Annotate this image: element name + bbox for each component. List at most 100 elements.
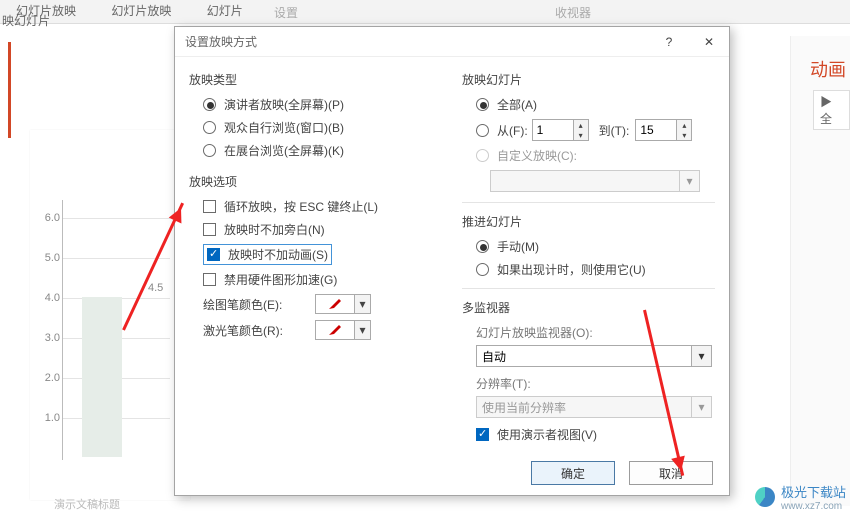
check-disable-hw-accel[interactable]: 禁用硬件图形加速(G) [203,271,442,288]
resolution-combo: ▾ [476,396,712,418]
right-panel-title: 动画 [810,56,846,82]
show-type-title: 放映类型 [189,71,442,88]
ribbon-group-label: 收视器 [555,4,591,21]
pen-icon [327,297,343,311]
monitor-combo-input[interactable] [477,349,691,363]
radio-custom-show: 自定义放映(C): [476,147,715,164]
radio-icon [203,121,216,134]
laser-color-swatch[interactable] [315,320,355,340]
laser-color-dropdown[interactable]: ▾ [355,320,371,340]
check-no-narration[interactable]: 放映时不加旁白(N) [203,221,442,238]
chevron-down-icon[interactable]: ▾ [691,346,711,366]
watermark: 极光下载站 www.xz7.com [755,482,846,512]
show-slides-title: 放映幻灯片 [462,71,715,88]
pen-color-label: 绘图笔颜色(E): [203,296,311,313]
left-tab: 映幻灯片 [2,12,50,29]
checkbox-icon [203,200,216,213]
pen-color-swatch[interactable] [315,294,355,314]
ribbon-item: 幻灯片放映 [95,0,187,21]
watermark-name: 极光下载站 [781,485,846,500]
radio-icon [476,263,489,276]
pen-color-dropdown[interactable]: ▾ [355,294,371,314]
cancel-button[interactable]: 取消 [629,461,713,485]
radio-icon [203,98,216,111]
radio-label: 手动(M) [497,238,539,255]
radio-icon [476,98,489,111]
doc-title: 演示文稿标题 [54,496,120,512]
checkbox-icon [207,248,220,261]
titlebar: 设置放映方式 ? ✕ [175,27,729,57]
ok-button[interactable]: 确定 [531,461,615,485]
resolution-label: 分辨率(T): [476,375,715,392]
radio-browsed-window[interactable]: 观众自行浏览(窗口)(B) [203,119,442,136]
watermark-logo-icon [755,487,775,507]
chart-ytick: 2.0 [40,372,60,384]
custom-show-input [491,174,679,188]
radio-advance-timings[interactable]: 如果出现计时，则使用它(U) [476,261,715,278]
from-spinner[interactable]: ▴▾ [532,119,589,141]
pen-color-row: 绘图笔颜色(E): ▾ [203,294,442,314]
radio-label: 观众自行浏览(窗口)(B) [224,119,344,136]
radio-label: 如果出现计时，则使用它(U) [497,261,646,278]
separator [462,202,715,203]
chart-ytick: 3.0 [40,332,60,344]
radio-label: 自定义放映(C): [497,147,577,164]
checkbox-label: 循环放映，按 ESC 键终止(L) [224,198,378,215]
check-no-animation[interactable]: 放映时不加动画(S) [203,244,442,265]
spin-down-icon[interactable]: ▾ [677,130,691,140]
radio-icon [476,240,489,253]
spin-up-icon[interactable]: ▴ [574,120,588,130]
set-up-show-dialog: 设置放映方式 ? ✕ 放映类型 演讲者放映(全屏幕)(P) 观众自行浏览(窗口)… [174,26,730,496]
laser-color-label: 激光笔颜色(R): [203,322,311,339]
advance-title: 推进幻灯片 [462,213,715,230]
check-presenter-view[interactable]: 使用演示者视图(V) [476,426,715,443]
radio-slides-all[interactable]: 全部(A) [476,96,715,113]
watermark-url: www.xz7.com [781,501,846,512]
range-from-label: 从(F): [497,122,528,139]
radio-label: 演讲者放映(全屏幕)(P) [224,96,344,113]
chart-bar [82,297,122,457]
radio-icon [203,144,216,157]
ribbon-item: 幻灯片 [191,0,259,21]
monitor-combo[interactable]: ▾ [476,345,712,367]
resolution-combo-input [477,400,691,414]
to-input[interactable] [636,120,676,140]
spin-down-icon[interactable]: ▾ [574,130,588,140]
spin-up-icon[interactable]: ▴ [677,120,691,130]
close-button[interactable]: ✕ [689,27,729,57]
ribbon: 幻灯片放映 幻灯片放映 幻灯片 [0,0,850,24]
checkbox-label: 使用演示者视图(V) [497,426,597,443]
radio-label: 在展台浏览(全屏幕)(K) [224,142,344,159]
checkbox-icon [203,223,216,236]
radio-icon [476,124,489,137]
radio-slides-range[interactable]: 从(F): ▴▾ 到(T): ▴▾ [476,119,715,141]
to-spinner[interactable]: ▴▾ [635,119,692,141]
chevron-down-icon: ▾ [679,171,699,191]
checkbox-label: 禁用硬件图形加速(G) [224,271,337,288]
radio-label: 全部(A) [497,96,537,113]
chevron-down-icon: ▾ [691,397,711,417]
chart-ytick: 1.0 [40,412,60,424]
pen-icon [327,323,343,337]
ribbon-group-label: 设置 [274,4,298,21]
radio-presented-full[interactable]: 演讲者放映(全屏幕)(P) [203,96,442,113]
radio-advance-manual[interactable]: 手动(M) [476,238,715,255]
separator [462,288,715,289]
chart-ytick: 5.0 [40,252,60,264]
monitor-combo-label: 幻灯片放映监视器(O): [476,324,715,341]
chart-ytick: 6.0 [40,212,60,224]
checkbox-label: 放映时不加动画(S) [228,246,328,263]
monitors-title: 多监视器 [462,299,715,316]
radio-kiosk-full[interactable]: 在展台浏览(全屏幕)(K) [203,142,442,159]
right-panel-sub[interactable]: ▶ 全 [813,90,850,130]
chart-ytick: 4.0 [40,292,60,304]
dialog-title: 设置放映方式 [175,33,257,50]
checkbox-label: 放映时不加旁白(N) [224,221,325,238]
laser-color-row: 激光笔颜色(R): ▾ [203,320,442,340]
radio-icon [476,149,489,162]
range-to-label: 到(T): [599,122,630,139]
help-button[interactable]: ? [649,27,689,57]
from-input[interactable] [533,120,573,140]
checkbox-icon [476,428,489,441]
check-loop-esc[interactable]: 循环放映，按 ESC 键终止(L) [203,198,442,215]
